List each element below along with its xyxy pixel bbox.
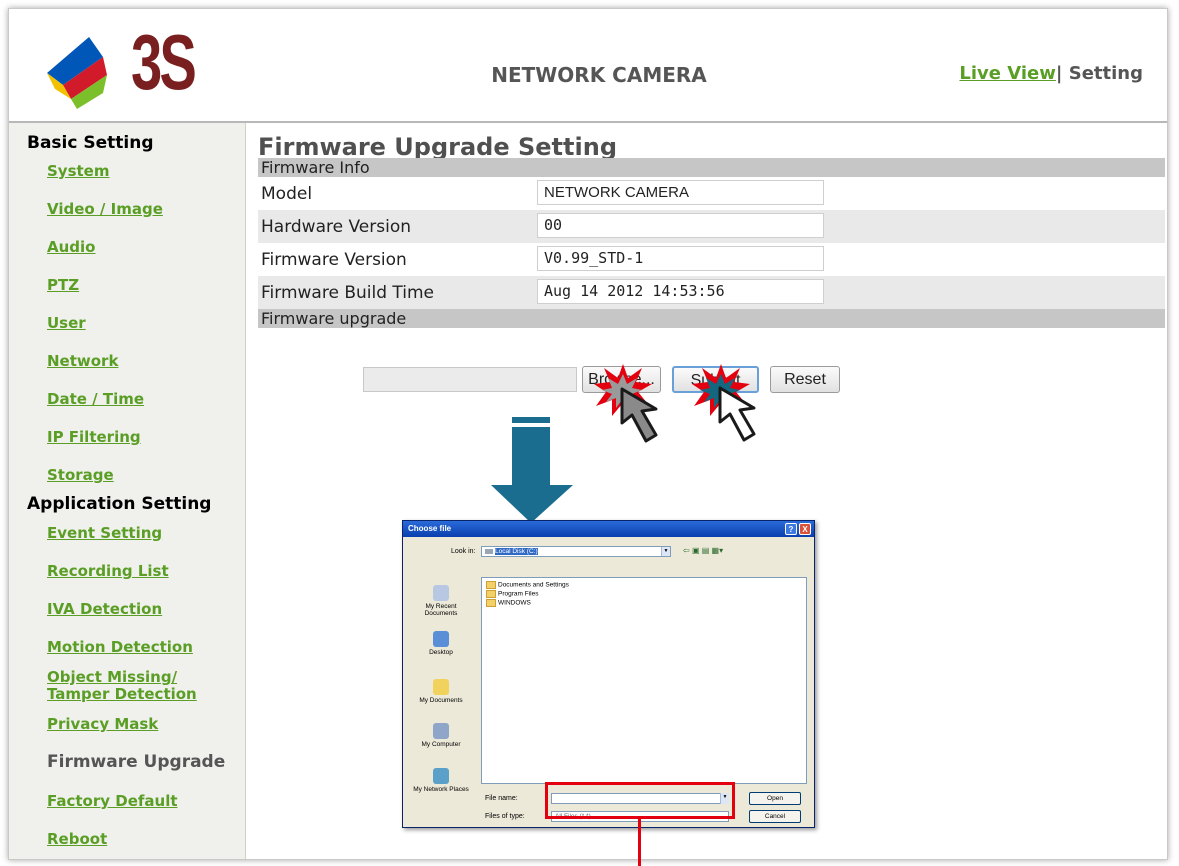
- clock-document-icon: [433, 585, 449, 601]
- hardware-version-row: Hardware Version 00: [258, 210, 1165, 243]
- close-icon[interactable]: X: [799, 523, 811, 535]
- file-name-highlight-box: [545, 782, 735, 819]
- file-name-label: File name:: [485, 795, 518, 802]
- hardware-version-label: Hardware Version: [261, 217, 411, 237]
- cancel-button[interactable]: Cancel: [749, 810, 801, 823]
- dialog-title: Choose file: [408, 524, 452, 533]
- up-folder-icon[interactable]: ▣: [692, 546, 700, 555]
- top-links: Live View| Setting: [959, 63, 1143, 84]
- folder-icon: [486, 599, 496, 607]
- folder-icon: [486, 590, 496, 598]
- list-item[interactable]: Program Files: [486, 590, 538, 598]
- folder-documents-icon: [433, 679, 449, 695]
- place-label: My Recent Documents: [424, 603, 458, 617]
- sidebar-item-video-image[interactable]: Video / Image: [47, 201, 163, 218]
- place-label: Desktop: [429, 649, 453, 656]
- firmware-version-field: V0.99_STD-1: [537, 246, 824, 271]
- firmware-build-time-label: Firmware Build Time: [261, 283, 434, 303]
- header: 3S NETWORK CAMERA Live View| Setting: [9, 9, 1167, 123]
- sidebar-item-ptz[interactable]: PTZ: [47, 277, 79, 294]
- firmware-file-input[interactable]: [363, 367, 577, 392]
- dialog-toolbar: ⇦ ▣ ▤ ▦▾: [683, 546, 723, 555]
- setting-label: Setting: [1068, 63, 1143, 84]
- folder-icon: [486, 581, 496, 589]
- sidebar-item-object-missing[interactable]: Object Missing/: [47, 669, 177, 686]
- open-button[interactable]: Open: [749, 792, 801, 805]
- chevron-down-icon[interactable]: ▼: [661, 547, 670, 556]
- network-globe-icon: [433, 768, 449, 784]
- firmware-info-header: Firmware Info: [258, 158, 1165, 177]
- sidebar-item-privacy-mask[interactable]: Privacy Mask: [47, 716, 158, 733]
- callout-line: [638, 819, 641, 866]
- list-item[interactable]: WINDOWS: [486, 599, 531, 607]
- firmware-version-label: Firmware Version: [261, 250, 407, 270]
- sidebar-item-reboot[interactable]: Reboot: [47, 831, 107, 848]
- folder-name: Program Files: [498, 590, 539, 598]
- place-label: My Computer: [421, 741, 461, 748]
- firmware-version-row: Firmware Version V0.99_STD-1: [258, 243, 1165, 276]
- company-logo: 3S: [45, 18, 197, 109]
- sidebar-item-audio[interactable]: Audio: [47, 239, 95, 256]
- firmware-build-time-row: Firmware Build Time Aug 14 2012 14:53:56: [258, 276, 1165, 309]
- place-label: My Documents: [419, 697, 463, 704]
- sidebar-item-ip-filtering[interactable]: IP Filtering: [47, 429, 141, 446]
- list-item[interactable]: Documents and Settings: [486, 581, 569, 589]
- down-arrow-icon: [491, 417, 573, 523]
- folder-name: Documents and Settings: [498, 581, 569, 589]
- folder-name: WINDOWS: [498, 599, 531, 607]
- basic-setting-heading: Basic Setting: [27, 133, 154, 153]
- page-title: Firmware Upgrade Setting: [258, 133, 617, 161]
- drive-icon: [485, 548, 493, 554]
- app-title: NETWORK CAMERA: [491, 63, 707, 87]
- sidebar-item-tamper-detection[interactable]: Tamper Detection: [47, 686, 197, 703]
- model-row: Model NETWORK CAMERA: [258, 177, 1165, 210]
- place-label: My Network Places: [413, 786, 469, 793]
- desktop-icon: [433, 631, 449, 647]
- sidebar-item-network[interactable]: Network: [47, 353, 118, 370]
- look-in-select[interactable]: Local Disk (C:) ▼: [481, 546, 671, 557]
- live-view-link[interactable]: Live View: [959, 63, 1055, 84]
- help-icon[interactable]: ?: [785, 523, 797, 535]
- link-separator: |: [1055, 63, 1063, 84]
- sidebar-item-motion-detection[interactable]: Motion Detection: [47, 639, 193, 656]
- computer-icon: [433, 723, 449, 739]
- sidebar-item-iva-detection[interactable]: IVA Detection: [47, 601, 162, 618]
- cursor-arrow-icon: [620, 387, 658, 443]
- firmware-build-time-field: Aug 14 2012 14:53:56: [537, 279, 824, 304]
- logo-mark-icon: [47, 37, 107, 109]
- sidebar-item-recording-list[interactable]: Recording List: [47, 563, 169, 580]
- sidebar-item-firmware-upgrade[interactable]: Firmware Upgrade: [47, 754, 225, 771]
- place-desktop[interactable]: Desktop: [411, 631, 471, 656]
- new-folder-icon[interactable]: ▤: [702, 546, 710, 555]
- sidebar-item-factory-default[interactable]: Factory Default: [47, 793, 178, 810]
- hardware-version-field: 00: [537, 213, 824, 238]
- sidebar: Basic Setting System Video / Image Audio…: [9, 123, 246, 859]
- application-setting-heading: Application Setting: [27, 494, 212, 514]
- look-in-value: Local Disk (C:): [495, 548, 538, 555]
- back-icon[interactable]: ⇦: [683, 546, 690, 555]
- look-in-label: Look in:: [451, 548, 476, 555]
- place-my-recent-documents[interactable]: My Recent Documents: [411, 585, 471, 617]
- sidebar-item-system[interactable]: System: [47, 163, 109, 180]
- file-list[interactable]: Documents and Settings Program Files WIN…: [481, 577, 807, 784]
- model-label: Model: [261, 184, 313, 204]
- sidebar-item-date-time[interactable]: Date / Time: [47, 391, 144, 408]
- sidebar-item-user[interactable]: User: [47, 315, 86, 332]
- view-menu-icon[interactable]: ▦▾: [712, 546, 724, 555]
- firmware-upgrade-header: Firmware upgrade: [258, 309, 1165, 328]
- cursor-arrow-icon: [718, 386, 756, 442]
- dialog-title-bar: Choose file ? X: [403, 521, 814, 537]
- logo-text: 3S: [131, 18, 197, 106]
- place-my-documents[interactable]: My Documents: [411, 679, 471, 704]
- place-my-computer[interactable]: My Computer: [411, 723, 471, 748]
- sidebar-item-storage[interactable]: Storage: [47, 467, 114, 484]
- sidebar-item-event-setting[interactable]: Event Setting: [47, 525, 162, 542]
- place-my-network-places[interactable]: My Network Places: [411, 768, 471, 793]
- model-field: NETWORK CAMERA: [537, 180, 824, 205]
- files-of-type-label: Files of type:: [485, 813, 525, 820]
